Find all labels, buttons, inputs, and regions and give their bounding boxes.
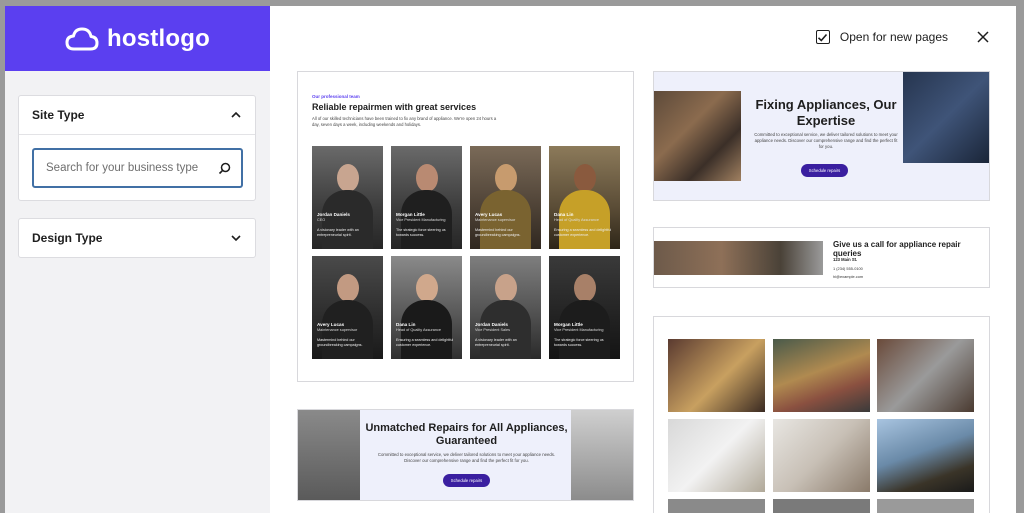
member-role: Vice President Sales [475, 328, 510, 332]
gallery-image [773, 339, 870, 412]
site-type-panel: Site Type [18, 95, 256, 201]
member-name: Dana Lin [396, 322, 416, 327]
business-search-box [32, 148, 243, 188]
search-icon[interactable] [218, 162, 231, 175]
template-card-contact[interactable]: Give us a call for appliance repair quer… [653, 227, 990, 288]
gallery-image [773, 419, 870, 492]
team-member-card: Avery Lucas Maintenance supervisor Maste… [312, 256, 383, 359]
checkmark-icon [818, 33, 828, 42]
site-type-label: Site Type [32, 108, 85, 122]
panel-divider [19, 134, 255, 135]
tools-image [654, 91, 741, 181]
member-role: Maintenance supervisor [475, 218, 516, 222]
appliance-image-left [298, 410, 360, 500]
team-member-card: Jordan Daniels Vice President Sales A vi… [470, 256, 541, 359]
team-desc: All of our skilled technicians have been… [312, 116, 497, 128]
member-desc: Mastermind behind our groundbreaking cam… [317, 338, 363, 348]
hero-title: Fixing Appliances, Our Expertise [755, 97, 897, 128]
member-name: Avery Lucas [475, 212, 503, 217]
site-type-toggle[interactable]: Site Type [19, 96, 255, 134]
member-role: Head of Quality Assurance [554, 218, 599, 222]
design-type-panel: Design Type [18, 218, 256, 258]
team-kicker: Our professional team [312, 94, 360, 99]
member-name: Jordan Daniels [317, 212, 350, 217]
gallery-image [773, 499, 870, 513]
guarantee-title: Unmatched Repairs for All Appliances, Gu… [365, 422, 568, 448]
team-member-card: Morgan Little Vice President Manufacturi… [549, 256, 620, 359]
business-type-search-input[interactable] [46, 162, 206, 174]
gallery-image [668, 499, 765, 513]
gallery-image [877, 419, 974, 492]
template-gallery: Open for new pages Our professional team… [270, 6, 1016, 513]
team-member-card: Dana Lin Head of Quality Assurance Ensur… [391, 256, 462, 359]
member-name: Avery Lucas [317, 322, 345, 327]
topbar: Open for new pages [815, 30, 990, 44]
design-type-toggle[interactable]: Design Type [19, 219, 255, 257]
member-role: Vice President Manufacturing [396, 218, 446, 222]
member-desc: The strategic force steering us towards … [396, 228, 446, 238]
member-desc: The strategic force steering us towards … [554, 338, 604, 348]
design-type-label: Design Type [32, 231, 103, 245]
member-desc: Mastermind behind our groundbreaking cam… [475, 228, 521, 238]
team-member-card: Morgan Little Vice President Manufacturi… [391, 146, 462, 249]
contact-title: Give us a call for appliance repair quer… [833, 240, 961, 258]
template-card-gallery[interactable] [653, 316, 990, 513]
gallery-image [877, 339, 974, 412]
team-member-card: Dana Lin Head of Quality Assurance Ensur… [549, 146, 620, 249]
member-role: Head of Quality Assurance [396, 328, 441, 332]
gallery-image [668, 339, 765, 412]
appliance-image-right [571, 410, 633, 500]
team-title: Reliable repairmen with great services [312, 102, 477, 112]
member-desc: A visionary leader with an entrepreneuri… [317, 228, 359, 238]
member-role: Maintenance supervisor [317, 328, 358, 332]
gallery-image [668, 419, 765, 492]
member-desc: Ensuring a seamless and delightful custo… [554, 228, 612, 238]
member-desc: Ensuring a seamless and delightful custo… [396, 338, 454, 348]
close-icon[interactable] [976, 30, 990, 44]
chevron-up-icon [231, 111, 241, 118]
open-new-pages-label[interactable]: Open for new pages [840, 30, 948, 44]
member-role: Vice President Manufacturing [554, 328, 604, 332]
contact-address: 123 Main St. [833, 257, 858, 262]
template-picker-modal: hostlogo Site Type Design Type [5, 6, 1016, 513]
brand-name: hostlogo [107, 24, 210, 52]
schedule-repairs-button: Schedule repairs [801, 164, 848, 177]
gallery-image [877, 499, 974, 513]
template-card-team[interactable]: Our professional team Reliable repairmen… [297, 71, 634, 382]
cloud-logo-icon [65, 27, 99, 50]
contact-phone: 1 (234) 555-0100 [833, 266, 863, 271]
schedule-repairs-button: Schedule repairs [443, 474, 490, 487]
template-card-guarantee[interactable]: Unmatched Repairs for All Appliances, Gu… [297, 409, 634, 501]
chevron-down-icon [231, 235, 241, 242]
team-member-card: Avery Lucas Maintenance supervisor Maste… [470, 146, 541, 249]
brand-header: hostlogo [5, 6, 270, 71]
template-card-hero[interactable]: Fixing Appliances, Our Expertise Committ… [653, 71, 990, 201]
member-name: Morgan Little [554, 322, 583, 327]
member-name: Dana Lin [554, 212, 574, 217]
member-desc: A visionary leader with an entrepreneuri… [475, 338, 517, 348]
open-new-pages-checkbox[interactable] [815, 30, 830, 44]
guarantee-desc: Committed to exceptional service, we del… [377, 452, 556, 464]
circuit-image [903, 72, 989, 163]
member-name: Jordan Daniels [475, 322, 508, 327]
contact-email: hi@example.com [833, 274, 864, 279]
member-name: Morgan Little [396, 212, 425, 217]
member-role: CEO [317, 218, 326, 222]
hero-desc: Committed to exceptional service, we del… [754, 132, 898, 150]
team-member-card: Jordan Daniels CEO A visionary leader wi… [312, 146, 383, 249]
repairman-image [654, 241, 823, 275]
sidebar: hostlogo Site Type Design Type [5, 6, 270, 513]
